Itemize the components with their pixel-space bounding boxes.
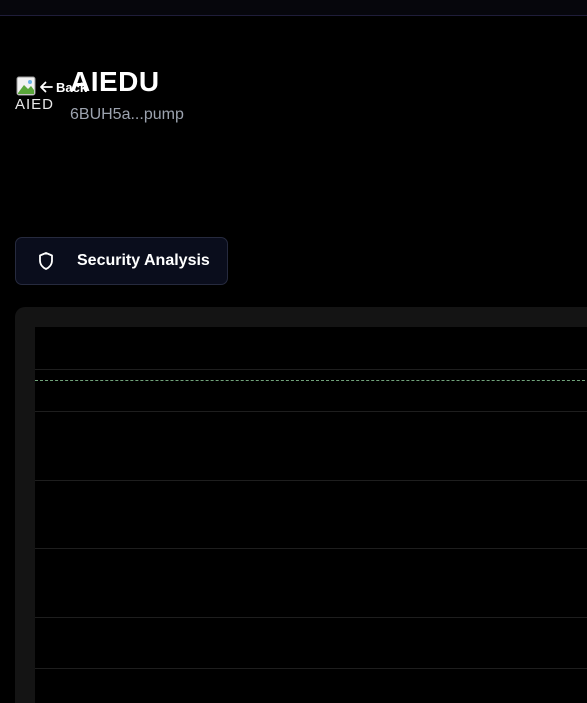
token-address[interactable]: 6BUH5a...pump	[70, 106, 184, 124]
arrow-left-icon	[40, 81, 53, 93]
token-header: AIEDU Back AIEDU 6BUH5a...pump	[15, 66, 575, 128]
security-analysis-label: Security Analysis	[77, 252, 210, 269]
shield-icon	[39, 252, 53, 270]
chart-grid-line	[35, 411, 587, 412]
price-chart-panel	[15, 307, 587, 703]
broken-image-icon	[16, 76, 36, 96]
top-bar	[0, 0, 587, 16]
price-chart[interactable]	[35, 327, 587, 703]
chart-grid-line	[35, 480, 587, 481]
token-page: AIEDU Back AIEDU 6BUH5a...pump Security …	[0, 0, 587, 703]
chart-grid-line	[35, 369, 587, 370]
security-analysis-button[interactable]: Security Analysis	[15, 237, 228, 285]
chart-grid-line	[35, 668, 587, 669]
chart-grid-line	[35, 548, 587, 549]
token-logo-alt-text: AIEDU	[15, 96, 53, 113]
current-price-line	[35, 380, 587, 381]
token-name: AIEDU	[70, 66, 160, 97]
chart-grid-line	[35, 617, 587, 618]
